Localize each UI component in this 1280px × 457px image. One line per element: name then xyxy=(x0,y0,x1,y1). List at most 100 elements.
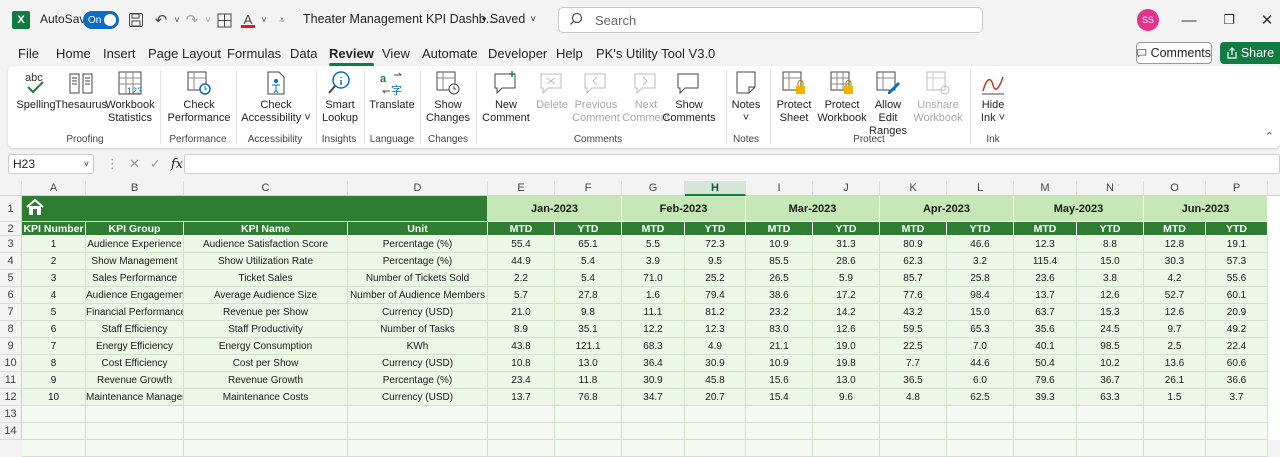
column-header-g[interactable]: G xyxy=(622,181,685,196)
table-cell[interactable]: 83.0 xyxy=(746,321,813,338)
column-header-n[interactable]: N xyxy=(1077,181,1144,196)
empty-cell[interactable] xyxy=(746,406,813,423)
empty-cell[interactable] xyxy=(1206,406,1268,423)
empty-cell[interactable] xyxy=(880,440,947,457)
tab-view[interactable]: View xyxy=(382,46,410,61)
table-cell[interactable]: 3.8 xyxy=(1077,270,1144,287)
column-header-o[interactable]: O xyxy=(1144,181,1206,196)
table-cell[interactable]: 10.2 xyxy=(1077,355,1144,372)
table-cell[interactable]: 40.1 xyxy=(1014,338,1077,355)
table-cell[interactable]: 60.1 xyxy=(1206,287,1268,304)
table-cell[interactable]: 85.7 xyxy=(880,270,947,287)
table-cell[interactable]: 39.3 xyxy=(1014,389,1077,406)
minimize-icon[interactable]: — xyxy=(1178,8,1200,32)
table-cell[interactable]: Audience Experience xyxy=(86,236,184,253)
hide-ink-button[interactable]: Hide Ink ˅ xyxy=(976,69,1010,125)
table-cell[interactable]: 25.8 xyxy=(947,270,1014,287)
table-cell[interactable]: 12.6 xyxy=(813,321,880,338)
table-cell[interactable]: 79.4 xyxy=(685,287,746,304)
column-header-p[interactable]: P xyxy=(1206,181,1268,196)
worksheet-grid[interactable]: ABCDEFGHIJKLMNOP 1 2 3 4 5 6 7 8 9 10 11 12 13 14 Jan-… xyxy=(0,181,1280,457)
table-cell[interactable]: 63.7 xyxy=(1014,304,1077,321)
empty-cell[interactable] xyxy=(86,406,184,423)
empty-cell[interactable] xyxy=(348,406,488,423)
allow-edit-ranges-button[interactable]: Allow Edit Ranges xyxy=(864,69,912,138)
table-cell[interactable]: 38.6 xyxy=(746,287,813,304)
table-cell[interactable]: 4.2 xyxy=(1144,270,1206,287)
table-cell[interactable]: 121.1 xyxy=(555,338,622,355)
share-button[interactable]: Share xyxy=(1220,42,1280,64)
row-header-13[interactable]: 13 xyxy=(0,406,22,423)
table-cell[interactable]: 115.4 xyxy=(1014,253,1077,270)
table-cell[interactable]: Maintenance Management xyxy=(86,389,184,406)
table-cell[interactable]: 28.6 xyxy=(813,253,880,270)
select-all-corner[interactable] xyxy=(0,181,22,196)
table-cell[interactable]: 7 xyxy=(22,338,86,355)
show-changes-button[interactable]: Show Changes xyxy=(424,69,472,125)
empty-cell[interactable] xyxy=(813,440,880,457)
empty-cell[interactable] xyxy=(555,406,622,423)
table-cell[interactable]: 15.0 xyxy=(1077,253,1144,270)
home-icon[interactable] xyxy=(25,198,45,219)
empty-cell[interactable] xyxy=(746,440,813,457)
table-cell[interactable]: 3 xyxy=(22,270,86,287)
table-cell[interactable]: 35.6 xyxy=(1014,321,1077,338)
table-cell[interactable]: 62.3 xyxy=(880,253,947,270)
table-cell[interactable]: 25.2 xyxy=(685,270,746,287)
table-cell[interactable]: 4.8 xyxy=(880,389,947,406)
row-header-6[interactable]: 6 xyxy=(0,287,22,304)
tab-file[interactable]: File xyxy=(18,46,39,61)
table-cell[interactable]: 5.4 xyxy=(555,270,622,287)
empty-cell[interactable] xyxy=(1014,440,1077,457)
borders-icon[interactable] xyxy=(215,10,233,30)
table-cell[interactable]: 36.4 xyxy=(622,355,685,372)
tab-formulas[interactable]: Formulas xyxy=(227,46,281,61)
empty-cell[interactable] xyxy=(22,440,86,457)
table-cell[interactable]: 8.8 xyxy=(1077,236,1144,253)
table-cell[interactable]: 12.3 xyxy=(685,321,746,338)
table-cell[interactable]: Number of Audience Members xyxy=(348,287,488,304)
empty-cell[interactable] xyxy=(22,406,86,423)
table-cell[interactable]: 12.6 xyxy=(1077,287,1144,304)
name-box[interactable]: H23 ˅ xyxy=(8,154,94,174)
empty-cell[interactable] xyxy=(813,406,880,423)
table-cell[interactable]: 9.5 xyxy=(685,253,746,270)
table-cell[interactable]: Energy Consumption xyxy=(184,338,348,355)
table-cell[interactable]: 76.8 xyxy=(555,389,622,406)
table-cell[interactable]: Currency (USD) xyxy=(348,389,488,406)
empty-cell[interactable] xyxy=(488,423,555,440)
empty-cell[interactable] xyxy=(1144,440,1206,457)
table-cell[interactable]: Average Audience Size xyxy=(184,287,348,304)
empty-cell[interactable] xyxy=(555,440,622,457)
table-cell[interactable]: Sales Performance xyxy=(86,270,184,287)
comments-button[interactable]: Comments xyxy=(1136,42,1212,64)
table-cell[interactable]: 49.2 xyxy=(1206,321,1268,338)
document-title[interactable]: Theater Management KPI Dashb... xyxy=(303,12,496,26)
empty-cell[interactable] xyxy=(1014,423,1077,440)
table-cell[interactable]: 80.9 xyxy=(880,236,947,253)
table-cell[interactable]: Revenue Growth xyxy=(184,372,348,389)
search-box[interactable]: Search xyxy=(558,7,983,33)
table-cell[interactable]: 9 xyxy=(22,372,86,389)
table-cell[interactable]: 11.8 xyxy=(555,372,622,389)
table-cell[interactable]: 5.5 xyxy=(622,236,685,253)
table-cell[interactable]: 45.8 xyxy=(685,372,746,389)
table-cell[interactable]: 13.0 xyxy=(813,372,880,389)
table-cell[interactable]: 10.9 xyxy=(746,355,813,372)
tab-review[interactable]: Review xyxy=(329,46,374,66)
table-cell[interactable]: 6.0 xyxy=(947,372,1014,389)
table-cell[interactable]: 1.6 xyxy=(622,287,685,304)
close-icon[interactable]: ✕ xyxy=(1256,8,1278,32)
table-cell[interactable]: 7.7 xyxy=(880,355,947,372)
table-cell[interactable]: 12.3 xyxy=(1014,236,1077,253)
table-cell[interactable]: 55.6 xyxy=(1206,270,1268,287)
row-header-1[interactable]: 1 xyxy=(0,196,22,222)
delete-comment-button[interactable]: Delete xyxy=(534,69,570,112)
column-header-m[interactable]: M xyxy=(1014,181,1077,196)
table-cell[interactable]: 5.4 xyxy=(555,253,622,270)
empty-cell[interactable] xyxy=(1144,423,1206,440)
table-cell[interactable]: 52.7 xyxy=(1144,287,1206,304)
empty-cell[interactable] xyxy=(880,423,947,440)
table-cell[interactable]: 12.6 xyxy=(1144,304,1206,321)
empty-cell[interactable] xyxy=(488,406,555,423)
